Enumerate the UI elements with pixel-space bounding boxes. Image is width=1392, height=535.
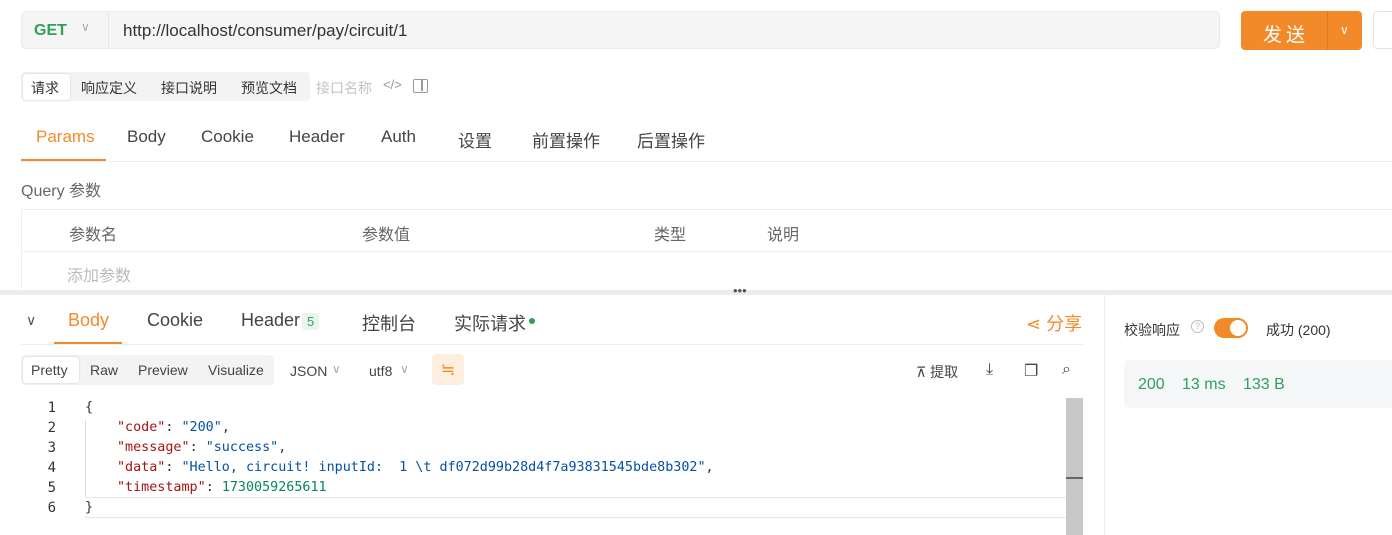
code-icon[interactable]: </> [383, 77, 402, 92]
divider [108, 12, 109, 48]
validate-response-toggle[interactable] [1214, 318, 1248, 338]
view-visualize[interactable]: Visualize [208, 362, 264, 378]
save-button[interactable] [1373, 11, 1392, 49]
divider [1327, 11, 1328, 50]
format-select[interactable]: JSON [290, 363, 327, 379]
divider [1104, 295, 1105, 535]
json-value: "success" [205, 440, 279, 455]
line-number: 5 [47, 480, 56, 496]
line-number: 2 [47, 420, 56, 436]
tab-cookie[interactable]: Cookie [201, 127, 254, 147]
url-input[interactable]: http://localhost/consumer/pay/circuit/1 [123, 21, 407, 41]
side-panel-icon[interactable] [413, 79, 428, 93]
line-number: 1 [47, 400, 56, 416]
column-header-type: 类型 [654, 227, 687, 244]
send-button[interactable]: 发送 ∨ [1241, 11, 1362, 50]
tab-post-processors[interactable]: 后置操作 [637, 127, 705, 152]
tab-response-cookie[interactable]: Cookie [147, 310, 203, 331]
status-code: 200 [1138, 376, 1165, 393]
tab-actual-request[interactable]: 实际请求 [454, 310, 526, 336]
help-icon[interactable]: ? [1191, 320, 1204, 333]
line-number: 6 [47, 500, 56, 516]
tab-response-definition[interactable]: 响应定义 [81, 78, 137, 98]
header-count-badge: 5 [302, 313, 320, 330]
params-table [21, 209, 1392, 291]
tab-auth[interactable]: Auth [381, 127, 416, 147]
tab-response-header[interactable]: Header [241, 310, 300, 331]
interface-name-input[interactable]: 接口名称 [316, 78, 372, 98]
code-open-brace: { [85, 400, 94, 415]
search-icon[interactable]: ⌕ [1062, 361, 1071, 379]
view-preview[interactable]: Preview [138, 362, 188, 378]
response-time: 13 ms [1182, 376, 1226, 393]
json-key: "code" [117, 420, 166, 435]
send-label: 发送 [1263, 25, 1310, 46]
code-line: "timestamp": 1730059265611 [117, 480, 327, 495]
validation-result: 成功 (200) [1266, 322, 1331, 338]
copy-icon[interactable]: ❐ [1024, 361, 1038, 381]
json-value: "Hello, circuit! inputId: 1 \t df072d99b… [181, 460, 706, 475]
column-header-description: 说明 [767, 227, 800, 244]
extract-icon: ⊼ [916, 364, 927, 380]
collapse-chevron-icon[interactable]: ∨ [26, 312, 36, 329]
json-comma: , [278, 440, 287, 455]
status-dot [529, 318, 535, 324]
code-line: "data": "Hello, circuit! inputId: 1 \t d… [117, 460, 714, 475]
json-value: 1730059265611 [221, 480, 327, 495]
json-key: "timestamp" [117, 480, 206, 495]
tab-interface-description[interactable]: 接口说明 [161, 78, 217, 98]
line-number: 4 [47, 460, 56, 476]
drag-handle-icon[interactable]: ••• [733, 283, 747, 298]
send-dropdown-chevron-icon[interactable]: ∨ [1340, 23, 1349, 37]
column-header-name: 参数名 [69, 227, 118, 244]
divider [22, 251, 1392, 252]
wrap-lines-icon[interactable]: ≒ [432, 354, 464, 385]
share-label: 分享 [1046, 314, 1083, 334]
chevron-down-icon[interactable]: ∨ [332, 362, 341, 376]
encoding-select[interactable]: utf8 [369, 363, 392, 379]
share-button[interactable]: ⋖ 分享 [1026, 310, 1082, 336]
json-comma: , [221, 420, 230, 435]
tab-pre-processors[interactable]: 前置操作 [532, 127, 600, 152]
toggle-knob [1230, 320, 1246, 336]
tab-console[interactable]: 控制台 [362, 310, 416, 336]
json-comma: , [705, 460, 714, 475]
code-line: "message": "success", [117, 440, 287, 455]
tab-body[interactable]: Body [127, 127, 166, 147]
tab-preview-doc[interactable]: 预览文档 [241, 78, 297, 98]
download-icon[interactable]: ⤓ [986, 361, 993, 379]
json-key: "message" [117, 440, 190, 455]
vertical-scrollbar[interactable] [1066, 398, 1083, 535]
query-params-title: Query 参数 [21, 183, 102, 200]
tab-header[interactable]: Header [289, 127, 345, 147]
json-key: "data" [117, 460, 166, 475]
chevron-down-icon[interactable]: ∨ [400, 362, 409, 376]
current-line-highlight [85, 497, 1067, 518]
extract-label: 提取 [930, 364, 959, 380]
response-size: 133 B [1243, 376, 1285, 393]
code-close-brace: } [85, 500, 94, 515]
doc-tabs: 请求 响应定义 接口说明 预览文档 [21, 72, 310, 101]
method-select[interactable]: GET [34, 22, 67, 40]
add-param-input[interactable]: 添加参数 [67, 262, 131, 286]
scrollbar-marker [1066, 477, 1083, 479]
view-pretty[interactable]: Pretty [31, 362, 68, 378]
line-number: 3 [47, 440, 56, 456]
chevron-down-icon[interactable]: ∨ [81, 20, 90, 34]
divider [21, 344, 1084, 345]
column-header-value: 参数值 [362, 227, 411, 244]
divider [21, 161, 1392, 162]
tab-params[interactable]: Params [36, 127, 95, 147]
share-icon: ⋖ [1026, 314, 1042, 334]
tab-response-body[interactable]: Body [68, 310, 109, 331]
pane-splitter[interactable] [0, 290, 1392, 295]
json-value: "200" [181, 420, 222, 435]
tab-request[interactable]: 请求 [31, 78, 59, 98]
extract-button[interactable]: ⊼ 提取 [916, 362, 958, 382]
code-line: "code": "200", [117, 420, 230, 435]
tab-settings[interactable]: 设置 [458, 127, 492, 152]
view-raw[interactable]: Raw [90, 362, 118, 378]
validate-response-label: 校验响应 [1124, 322, 1180, 338]
indent-guide [85, 420, 86, 496]
